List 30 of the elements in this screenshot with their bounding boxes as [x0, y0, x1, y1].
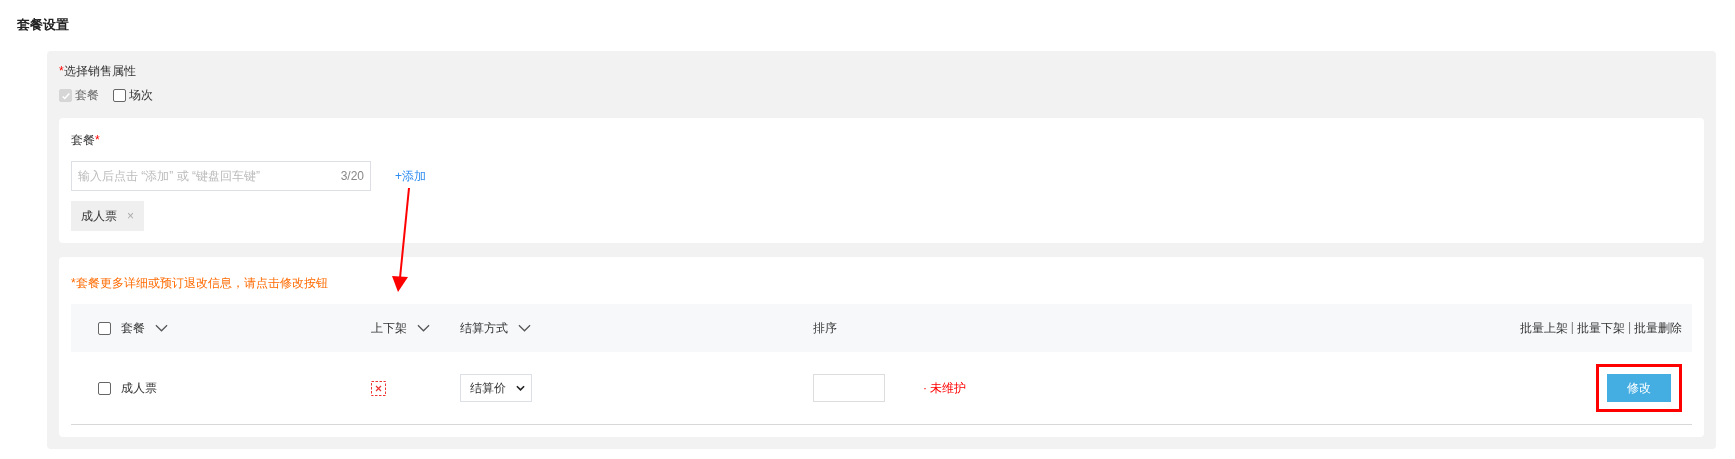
- field-label: 套餐*: [71, 132, 100, 149]
- checkbox[interactable]: [113, 89, 126, 102]
- column-header: 结算方式: [460, 319, 508, 337]
- separator: |: [1627, 319, 1631, 336]
- column-header: 上下架: [371, 319, 407, 337]
- settlement-select[interactable]: 结算价: [460, 374, 532, 402]
- checkbox-label: 场次: [129, 87, 153, 104]
- bulk-action-link[interactable]: 批量下架: [1576, 319, 1625, 337]
- bulk-action-link[interactable]: 批量删除: [1634, 319, 1682, 337]
- character-counter: 3/20: [340, 169, 364, 183]
- checkbox[interactable]: [98, 381, 111, 395]
- cross-icon[interactable]: [371, 380, 386, 396]
- separator: |: [1570, 319, 1574, 336]
- column-header: 排序: [813, 319, 837, 337]
- warning-text: · 未维护: [923, 379, 967, 397]
- package-tag: 成人票 ×: [71, 201, 144, 231]
- checkbox[interactable]: [98, 321, 111, 335]
- notice-text: *套餐更多详细或预订退改信息，请点击修改按钮: [71, 275, 329, 292]
- chevron-down-icon[interactable]: [417, 324, 430, 332]
- add-link[interactable]: +添加: [395, 167, 426, 185]
- bulk-action-link[interactable]: 批量上架: [1519, 319, 1568, 337]
- chevron-down-icon[interactable]: [518, 324, 531, 332]
- chevron-down-icon[interactable]: [155, 324, 168, 332]
- table-cell: 成人票: [121, 379, 157, 397]
- chevron-down-icon: [516, 385, 525, 391]
- column-header: 套餐: [121, 319, 145, 337]
- section-title: 套餐设置: [16, 16, 70, 34]
- checkbox-label: 套餐: [75, 87, 99, 104]
- field-label: *选择销售属性: [59, 63, 136, 80]
- sort-input[interactable]: [813, 374, 885, 402]
